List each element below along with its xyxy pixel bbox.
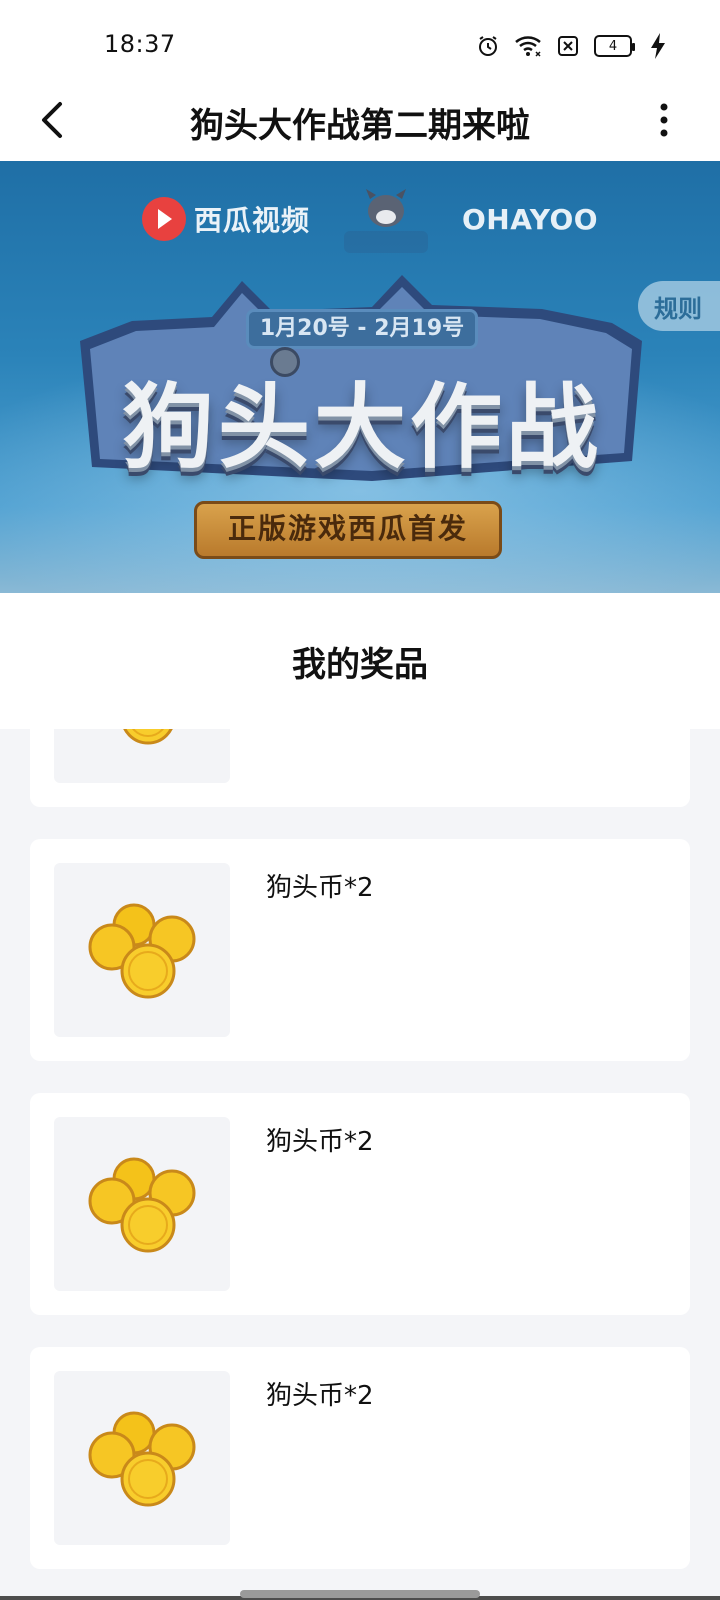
prize-card[interactable]: [30, 729, 690, 807]
coins-icon: [123, 729, 173, 745]
ohayoo-logo: OHAYOO: [462, 203, 599, 236]
prize-thumbnail: [54, 1117, 230, 1291]
coins-icon: [88, 1411, 196, 1507]
xigua-play-icon: [142, 197, 186, 241]
status-time: 18:37: [104, 30, 176, 58]
prize-label: 狗头币*2: [266, 873, 374, 903]
prizes-sheet-header: 我的奖品: [0, 593, 720, 729]
brand-logos: 西瓜视频 OHAYOO: [0, 187, 720, 257]
page: 18:37 4 狗头大作战第二期来啦 西瓜视频 OHAYOO 规则 1月20号 …: [0, 0, 720, 1600]
coins-icon: [88, 1157, 196, 1253]
prize-list[interactable]: 狗头币*2 狗头币*2 狗头币*2: [0, 729, 720, 1600]
promo-banner: 西瓜视频 OHAYOO 规则 1月20号 - 2月19号 狗头大作战 正版游戏西…: [0, 161, 720, 593]
prize-card[interactable]: 狗头币*2: [30, 1347, 690, 1569]
sim-off-icon: [554, 32, 582, 60]
charging-icon: [644, 32, 672, 60]
prize-label: 狗头币*2: [266, 1127, 374, 1157]
prize-thumbnail: [54, 863, 230, 1037]
banner-headline: 狗头大作战: [121, 374, 602, 481]
more-vertical-icon: [660, 103, 668, 137]
banner-subtitle: 正版游戏西瓜首发: [194, 501, 502, 559]
game-logo: [340, 187, 432, 257]
battery-icon: 4: [594, 35, 635, 57]
xigua-logo: 西瓜视频: [142, 197, 310, 241]
battery-level: 4: [608, 38, 618, 54]
more-button[interactable]: [644, 96, 684, 144]
prize-card[interactable]: 狗头币*2: [30, 839, 690, 1061]
wifi-icon: [514, 32, 542, 60]
prize-thumbnail: [54, 1371, 230, 1545]
home-indicator[interactable]: [240, 1590, 480, 1598]
date-range-badge: 1月20号 - 2月19号: [246, 309, 478, 349]
prize-thumbnail: [54, 729, 230, 783]
xigua-brand-text: 西瓜视频: [194, 204, 311, 237]
alarm-icon: [474, 32, 502, 60]
rules-button[interactable]: 规则: [638, 281, 720, 331]
prizes-title: 我的奖品: [292, 645, 428, 685]
prize-card[interactable]: 狗头币*2: [30, 1093, 690, 1315]
title-bar: 狗头大作战第二期来啦: [0, 90, 720, 162]
coins-icon: [88, 903, 196, 999]
prize-label: 狗头币*2: [266, 1381, 374, 1411]
page-title: 狗头大作战第二期来啦: [190, 106, 530, 146]
status-bar: 18:37 4: [0, 0, 720, 90]
status-icons: 4: [474, 30, 672, 62]
